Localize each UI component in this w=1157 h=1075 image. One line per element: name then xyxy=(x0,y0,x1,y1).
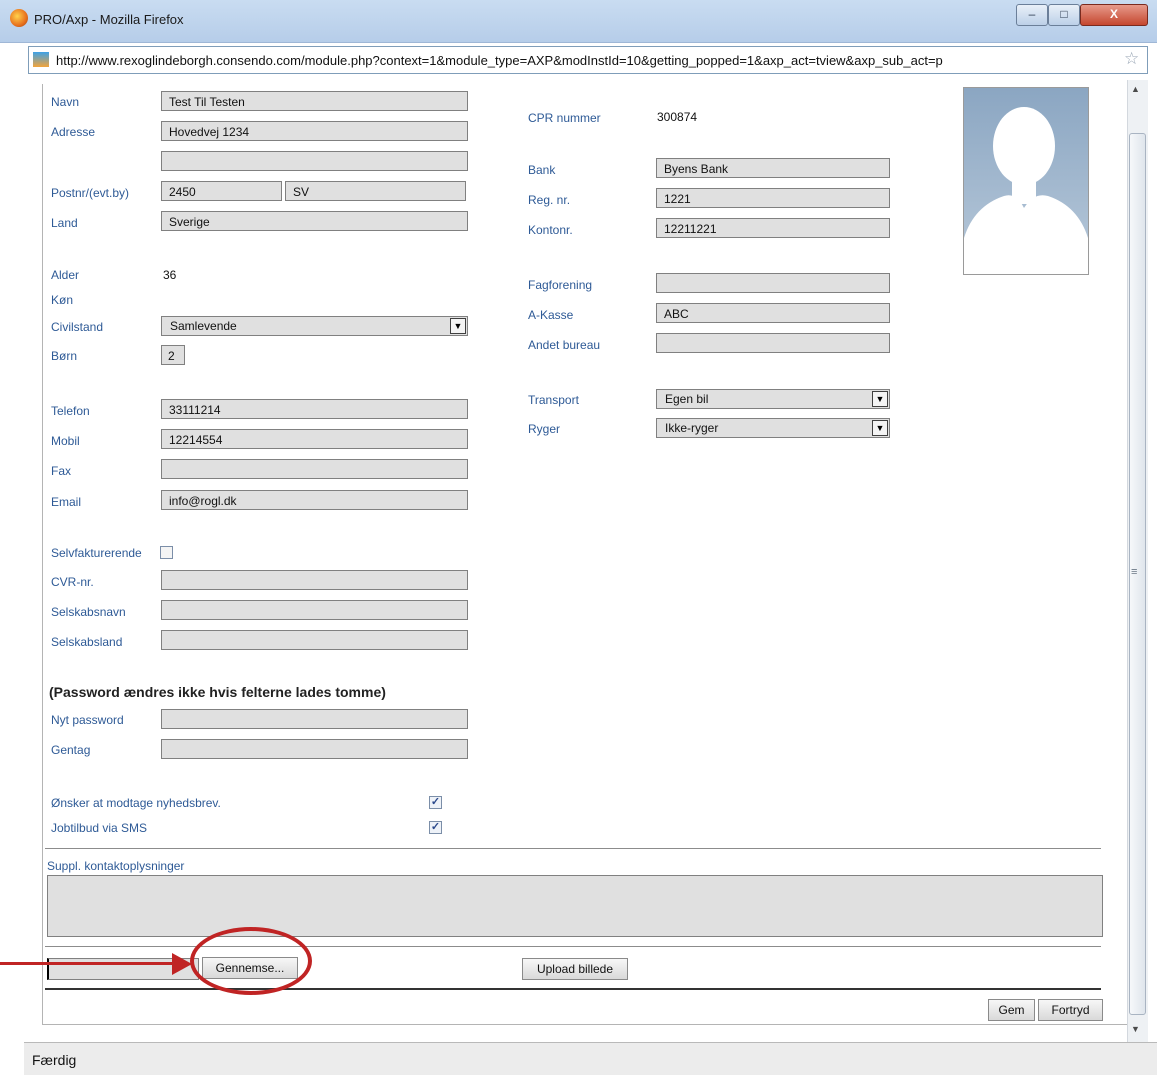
akasse-label: A-Kasse xyxy=(528,308,574,322)
mobil-input[interactable]: 12214554 xyxy=(161,429,468,449)
divider xyxy=(45,988,1101,990)
annotation-arrow-icon xyxy=(172,953,192,975)
akasse-input[interactable]: ABC xyxy=(656,303,890,323)
nyt-password-label: Nyt password xyxy=(51,713,124,727)
cancel-button[interactable]: Fortryd xyxy=(1038,999,1103,1021)
suppl-label: Suppl. kontaktoplysninger xyxy=(47,859,185,873)
annotation-circle xyxy=(190,927,312,995)
transport-value: Egen bil xyxy=(665,392,709,406)
close-button[interactable]: X xyxy=(1080,4,1148,26)
telefon-label: Telefon xyxy=(51,404,90,418)
email-label: Email xyxy=(51,495,82,509)
koen-label: Køn xyxy=(51,293,74,307)
selvfakturerende-checkbox[interactable] xyxy=(160,546,173,559)
scroll-down-icon[interactable]: ▼ xyxy=(1131,1024,1140,1034)
adresse2-input[interactable] xyxy=(161,151,468,171)
password-note: (Password ændres ikke hvis felterne lade… xyxy=(49,684,386,700)
navn-label: Navn xyxy=(51,95,80,109)
boern-label: Børn xyxy=(51,349,78,363)
reg-input[interactable]: 1221 xyxy=(656,188,890,208)
nyhedsbrev-checkbox[interactable]: ✓ xyxy=(429,796,442,809)
selskabsnavn-label: Selskabsnavn xyxy=(51,605,126,619)
chevron-down-icon[interactable]: ▼ xyxy=(872,420,888,436)
sms-checkbox[interactable]: ✓ xyxy=(429,821,442,834)
chevron-down-icon[interactable]: ▼ xyxy=(872,391,888,407)
telefon-input[interactable]: 33111214 xyxy=(161,399,468,419)
status-bar: Færdig xyxy=(24,1042,1157,1075)
nyhedsbrev-label: Ønsker at modtage nyhedsbrev. xyxy=(51,796,221,810)
nyt-password-input[interactable] xyxy=(161,709,468,729)
andet-bureau-input[interactable] xyxy=(656,333,890,353)
postnr-label: Postnr/(evt.by) xyxy=(51,186,130,200)
cpr-value: 300874 xyxy=(657,110,698,124)
ryger-label: Ryger xyxy=(528,422,561,436)
konto-input[interactable]: 12211221 xyxy=(656,218,890,238)
scroll-up-icon[interactable]: ▲ xyxy=(1131,84,1140,94)
scroll-grip-icon: ≡ xyxy=(1131,566,1138,578)
boern-input[interactable]: 2 xyxy=(161,345,185,365)
cvr-label: CVR-nr. xyxy=(51,575,94,589)
suppl-textarea[interactable] xyxy=(47,875,1103,937)
bank-label: Bank xyxy=(528,163,556,177)
land-input[interactable]: Sverige xyxy=(161,211,468,231)
selskabsland-input[interactable] xyxy=(161,630,468,650)
sms-label: Jobtilbud via SMS xyxy=(51,821,148,835)
fagforening-input[interactable] xyxy=(656,273,890,293)
person-silhouette-icon xyxy=(964,107,1088,274)
gentag-label: Gentag xyxy=(51,743,91,757)
url-bar[interactable]: http://www.rexoglindeborgh.consendo.com/… xyxy=(28,46,1148,74)
bank-input[interactable]: Byens Bank xyxy=(656,158,890,178)
annotation-arrow-line xyxy=(0,962,178,965)
fax-label: Fax xyxy=(51,464,72,478)
star-icon[interactable]: ☆ xyxy=(1124,49,1139,69)
transport-label: Transport xyxy=(528,393,579,407)
reg-label: Reg. nr. xyxy=(528,193,571,207)
fagforening-label: Fagforening xyxy=(528,278,593,292)
transport-select[interactable]: Egen bil ▼ xyxy=(656,389,890,409)
divider xyxy=(45,848,1101,849)
selskabsnavn-input[interactable] xyxy=(161,600,468,620)
fax-input[interactable] xyxy=(161,459,468,479)
email-input[interactable]: info@rogl.dk xyxy=(161,490,468,510)
civilstand-select[interactable]: Samlevende ▼ xyxy=(161,316,468,336)
adresse-input[interactable]: Hovedvej 1234 xyxy=(161,121,468,141)
gentag-input[interactable] xyxy=(161,739,468,759)
browser-window: PRO/Axp - Mozilla Firefox – □ X http://w… xyxy=(0,0,1157,1075)
ryger-value: Ikke-ryger xyxy=(665,421,719,435)
by-input[interactable]: SV xyxy=(285,181,466,201)
window-title: PRO/Axp - Mozilla Firefox xyxy=(34,12,184,27)
cvr-input[interactable] xyxy=(161,570,468,590)
alder-value: 36 xyxy=(163,268,177,282)
ryger-select[interactable]: Ikke-ryger ▼ xyxy=(656,418,890,438)
chevron-down-icon[interactable]: ▼ xyxy=(450,318,466,334)
konto-label: Kontonr. xyxy=(528,223,573,237)
upload-image-button[interactable]: Upload billede xyxy=(522,958,628,980)
selvfakturerende-label: Selvfakturerende xyxy=(51,546,142,560)
civilstand-value: Samlevende xyxy=(170,319,237,333)
firefox-icon xyxy=(10,9,28,27)
window-controls: – □ X xyxy=(1016,4,1150,26)
alder-label: Alder xyxy=(51,268,80,282)
andet-bureau-label: Andet bureau xyxy=(528,338,601,352)
minimize-button[interactable]: – xyxy=(1016,4,1048,26)
civilstand-label: Civilstand xyxy=(51,320,104,334)
postnr-input[interactable]: 2450 xyxy=(161,181,282,201)
site-favicon-icon xyxy=(33,52,49,67)
cpr-label: CPR nummer xyxy=(528,111,601,125)
maximize-button[interactable]: □ xyxy=(1048,4,1080,26)
land-label: Land xyxy=(51,216,78,230)
selskabsland-label: Selskabsland xyxy=(51,635,123,649)
url-text[interactable]: http://www.rexoglindeborgh.consendo.com/… xyxy=(56,53,1116,68)
save-button[interactable]: Gem xyxy=(988,999,1035,1021)
profile-photo xyxy=(963,87,1089,275)
adresse-label: Adresse xyxy=(51,125,96,139)
navn-input[interactable]: Test Til Testen xyxy=(161,91,468,111)
mobil-label: Mobil xyxy=(51,434,80,448)
status-text: Færdig xyxy=(32,1052,77,1068)
